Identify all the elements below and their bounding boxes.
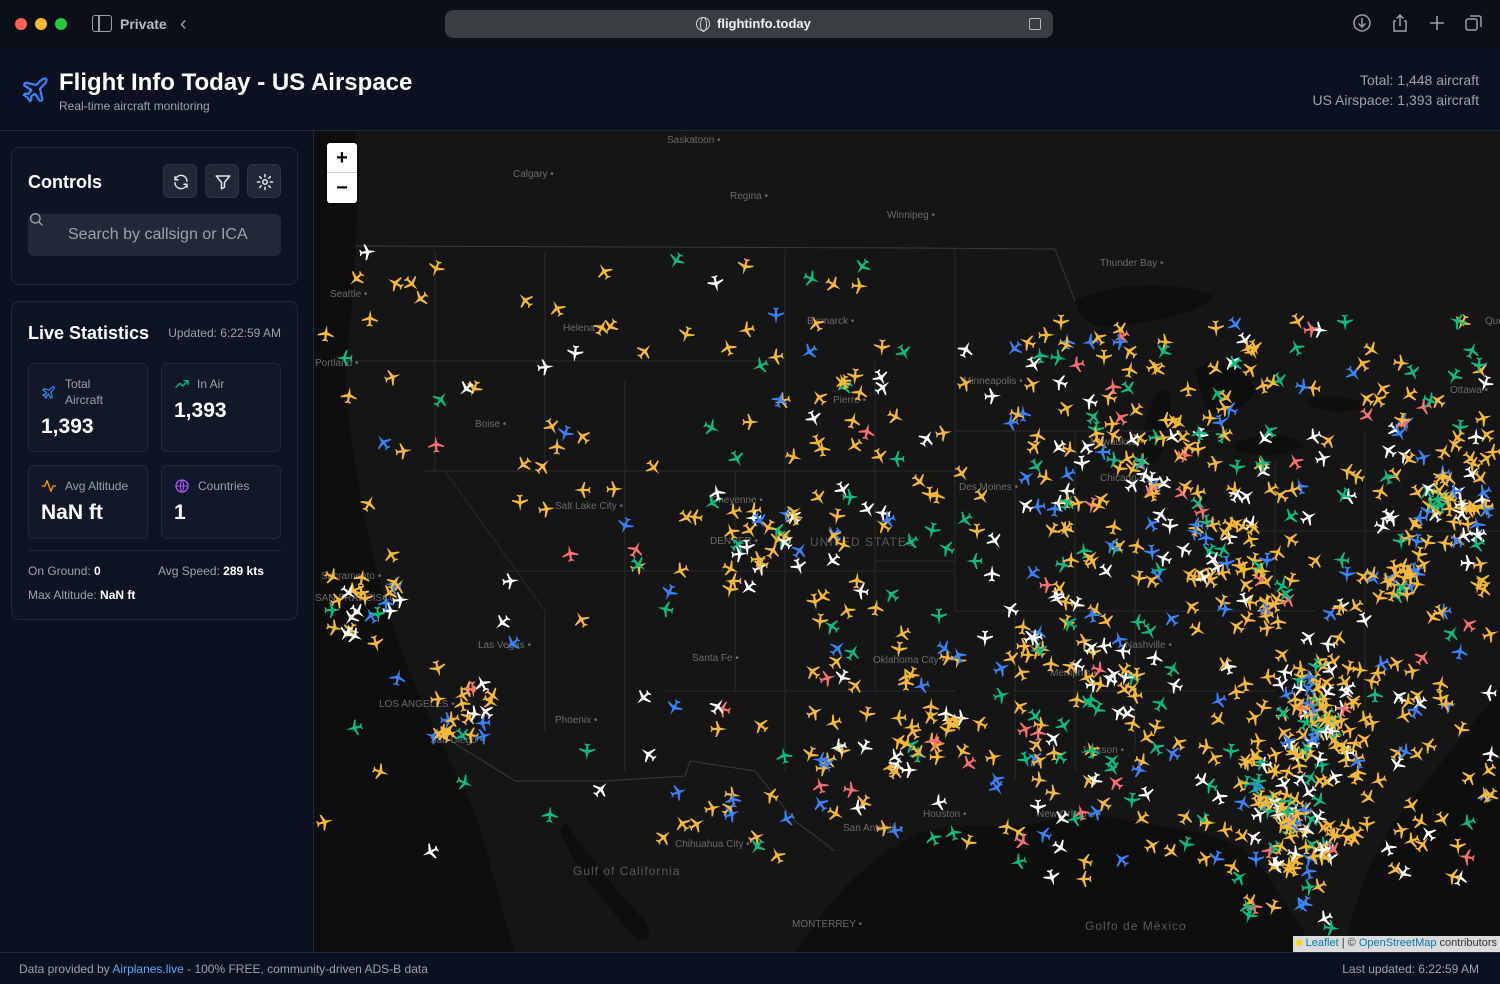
- maximize-window-button[interactable]: [55, 18, 67, 30]
- trending-up-icon: [175, 380, 189, 388]
- share-icon[interactable]: [1390, 13, 1410, 33]
- stats-divider: [28, 550, 281, 551]
- filter-icon: [215, 175, 231, 190]
- new-tab-icon[interactable]: [1427, 13, 1447, 33]
- zoom-in-button[interactable]: +: [327, 143, 357, 173]
- total-aircraft-label-1: Total: [65, 377, 91, 391]
- us-airspace-count: US Airspace: 1,393 aircraft: [1312, 92, 1479, 108]
- stats-title: Live Statistics: [28, 323, 150, 343]
- activity-icon: [41, 480, 57, 492]
- city-label: Québec •: [1485, 316, 1500, 327]
- city-label: Saskatoon •: [667, 135, 721, 146]
- private-mode-label: Private: [120, 16, 167, 32]
- tab-overview-icon[interactable]: [1464, 13, 1484, 33]
- city-label: Gulf of California: [573, 864, 681, 878]
- city-label: MONTERREY •: [792, 919, 862, 930]
- settings-button[interactable]: [247, 164, 281, 198]
- in-air-label: In Air: [197, 377, 225, 391]
- city-label: Seattle •: [330, 289, 368, 300]
- total-aircraft-value: 1,393: [41, 415, 94, 438]
- gear-icon: [256, 173, 274, 191]
- avg-altitude-value: NaN ft: [41, 501, 103, 524]
- city-label: Chihuahua City •: [675, 839, 750, 850]
- last-updated-text: Last updated: 6:22:59 AM: [1342, 962, 1479, 976]
- reader-mode-icon[interactable]: [1029, 18, 1041, 30]
- map-attribution: ■ Leaflet | © OpenStreetMap contributors: [1292, 936, 1500, 952]
- stats-updated-time: Updated: 6:22:59 AM: [168, 326, 281, 340]
- live-statistics-card: Live Statistics Updated: 6:22:59 AM Tota…: [11, 301, 298, 620]
- filter-button[interactable]: [205, 164, 239, 198]
- osm-link[interactable]: OpenStreetMap: [1359, 937, 1437, 949]
- city-label: Golfo de México: [1085, 919, 1187, 933]
- flight-map[interactable]: Saskatoon • Calgary • Regina • Winnipeg • Th…: [315, 131, 1500, 952]
- city-label: Phoenix •: [555, 715, 598, 726]
- data-source-text: Data provided by Airplanes.live - 100% F…: [19, 962, 428, 976]
- browser-chrome: Private ‹ flightinfo.today: [0, 0, 1500, 48]
- countries-label: Countries: [198, 479, 250, 493]
- controls-card: Controls: [11, 147, 298, 285]
- zoom-out-button[interactable]: −: [327, 173, 357, 203]
- address-bar[interactable]: flightinfo.today: [445, 10, 1053, 38]
- airplanes-live-link[interactable]: Airplanes.live: [112, 962, 183, 976]
- total-aircraft-label-2: Aircraft: [65, 393, 104, 407]
- in-air-value: 1,393: [174, 399, 227, 422]
- max-altitude-stat: Max Altitude: NaN ft: [28, 588, 136, 602]
- airplane-icon: [41, 386, 55, 400]
- city-label: Regina •: [730, 191, 768, 202]
- city-label: Calgary •: [513, 169, 554, 180]
- avg-altitude-tile: Avg Altitude NaN ft: [28, 465, 148, 539]
- download-icon[interactable]: [1352, 13, 1372, 33]
- search-input[interactable]: [28, 214, 281, 256]
- total-aircraft-tile: Total Aircraft 1,393: [28, 363, 148, 452]
- airplane-logo-icon: [22, 77, 48, 103]
- total-aircraft-count: Total: 1,448 aircraft: [1359, 72, 1479, 88]
- avg-speed-stat: Avg Speed: 289 kts: [158, 564, 264, 578]
- app-header: Flight Info Today - US Airspace Real-tim…: [0, 48, 1500, 131]
- url-text: flightinfo.today: [717, 16, 811, 31]
- close-window-button[interactable]: [15, 18, 27, 30]
- page-subtitle: Real-time aircraft monitoring: [59, 99, 210, 113]
- refresh-button[interactable]: [163, 164, 197, 198]
- controls-title: Controls: [28, 172, 102, 192]
- minimize-window-button[interactable]: [35, 18, 47, 30]
- page-title: Flight Info Today - US Airspace: [59, 69, 413, 96]
- on-ground-stat: On Ground: 0: [28, 564, 101, 578]
- globe-icon: [696, 17, 710, 32]
- leaflet-link[interactable]: Leaflet: [1306, 937, 1339, 949]
- footer: Data provided by Airplanes.live - 100% F…: [0, 952, 1500, 984]
- left-panel: Controls Live Statistics Updated: 6:22:5…: [0, 131, 314, 952]
- refresh-icon: [174, 174, 188, 190]
- search-icon: [30, 213, 43, 226]
- city-label: Thunder Bay •: [1100, 258, 1164, 269]
- city-label: Boise •: [475, 419, 507, 430]
- countries-value: 1: [174, 501, 186, 524]
- city-label: Houston •: [923, 809, 967, 820]
- zoom-control: + −: [327, 143, 357, 203]
- avg-altitude-label: Avg Altitude: [65, 479, 129, 493]
- sidebar-toggle-icon[interactable]: [92, 15, 112, 32]
- countries-tile: Countries 1: [161, 465, 281, 539]
- globe-icon: [175, 479, 189, 493]
- city-label: Santa Fe •: [692, 653, 739, 664]
- city-label: Winnipeg •: [887, 210, 935, 221]
- back-arrow-icon[interactable]: ‹: [180, 13, 187, 36]
- in-air-tile: In Air 1,393: [161, 363, 281, 452]
- city-label: Salt Lake City •: [555, 501, 623, 512]
